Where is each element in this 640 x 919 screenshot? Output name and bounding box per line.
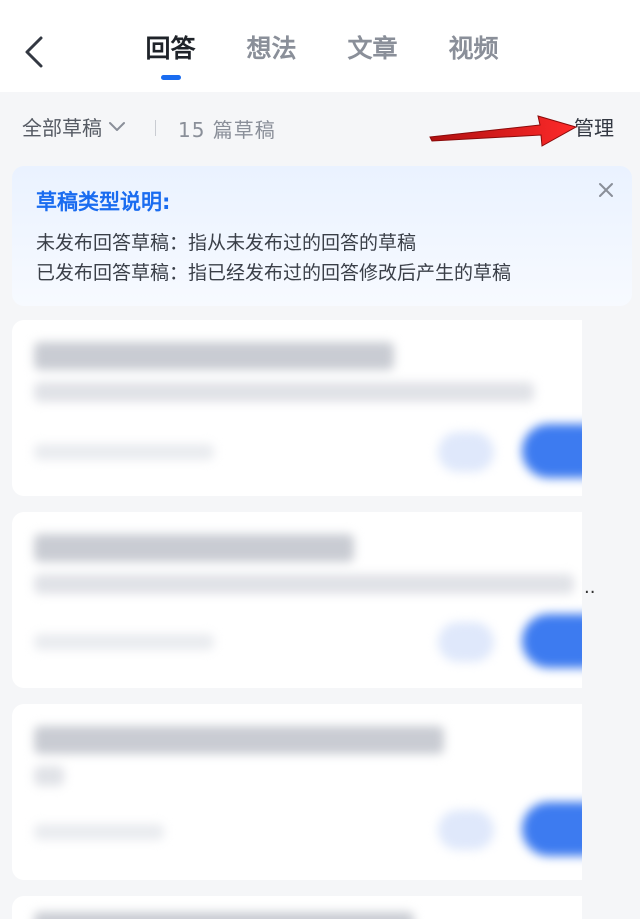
back-button[interactable] [14, 28, 54, 76]
blurred-content [12, 704, 632, 880]
filter-divider [155, 120, 156, 136]
red-arrow-icon [429, 115, 578, 147]
blurred-content [12, 512, 632, 688]
draft-count: 15 篇草稿 [178, 118, 276, 142]
draft-card[interactable] [12, 704, 632, 880]
draft-scope-label: 全部草稿 [22, 116, 102, 140]
manage-button[interactable]: 管理 [574, 112, 614, 141]
blurred-content [12, 320, 632, 496]
content-type-tabs: 回答 想法 文章 视频 [120, 24, 524, 84]
right-edge-strip [582, 320, 640, 919]
draft-card[interactable] [12, 896, 632, 919]
draft-scope-dropdown[interactable]: 全部草稿 [22, 112, 126, 141]
tab-articles[interactable]: 文章 [322, 24, 423, 84]
blurred-content [12, 896, 632, 919]
draft-card[interactable] [12, 320, 632, 496]
info-line-unpublished: 未发布回答草稿：指从未发布过的回答的草稿 [36, 232, 417, 254]
tab-answers[interactable]: 回答 [120, 24, 221, 84]
info-card-title: 草稿类型说明: [36, 190, 171, 214]
chevron-left-icon [25, 36, 43, 68]
info-line-published: 已发布回答草稿：指已经发布过的回答修改后产生的草稿 [36, 262, 512, 284]
top-navigation: 回答 想法 文章 视频 [0, 0, 640, 92]
draft-type-info-card: 草稿类型说明: 未发布回答草稿：指从未发布过的回答的草稿 已发布回答草稿：指已经… [12, 166, 632, 306]
tab-thoughts[interactable]: 想法 [221, 24, 322, 84]
close-icon[interactable] [596, 180, 616, 200]
draft-card[interactable] [12, 512, 632, 688]
chevron-down-icon [109, 121, 125, 131]
tab-videos[interactable]: 视频 [423, 24, 524, 84]
more-icon[interactable]: ·· [584, 582, 595, 603]
